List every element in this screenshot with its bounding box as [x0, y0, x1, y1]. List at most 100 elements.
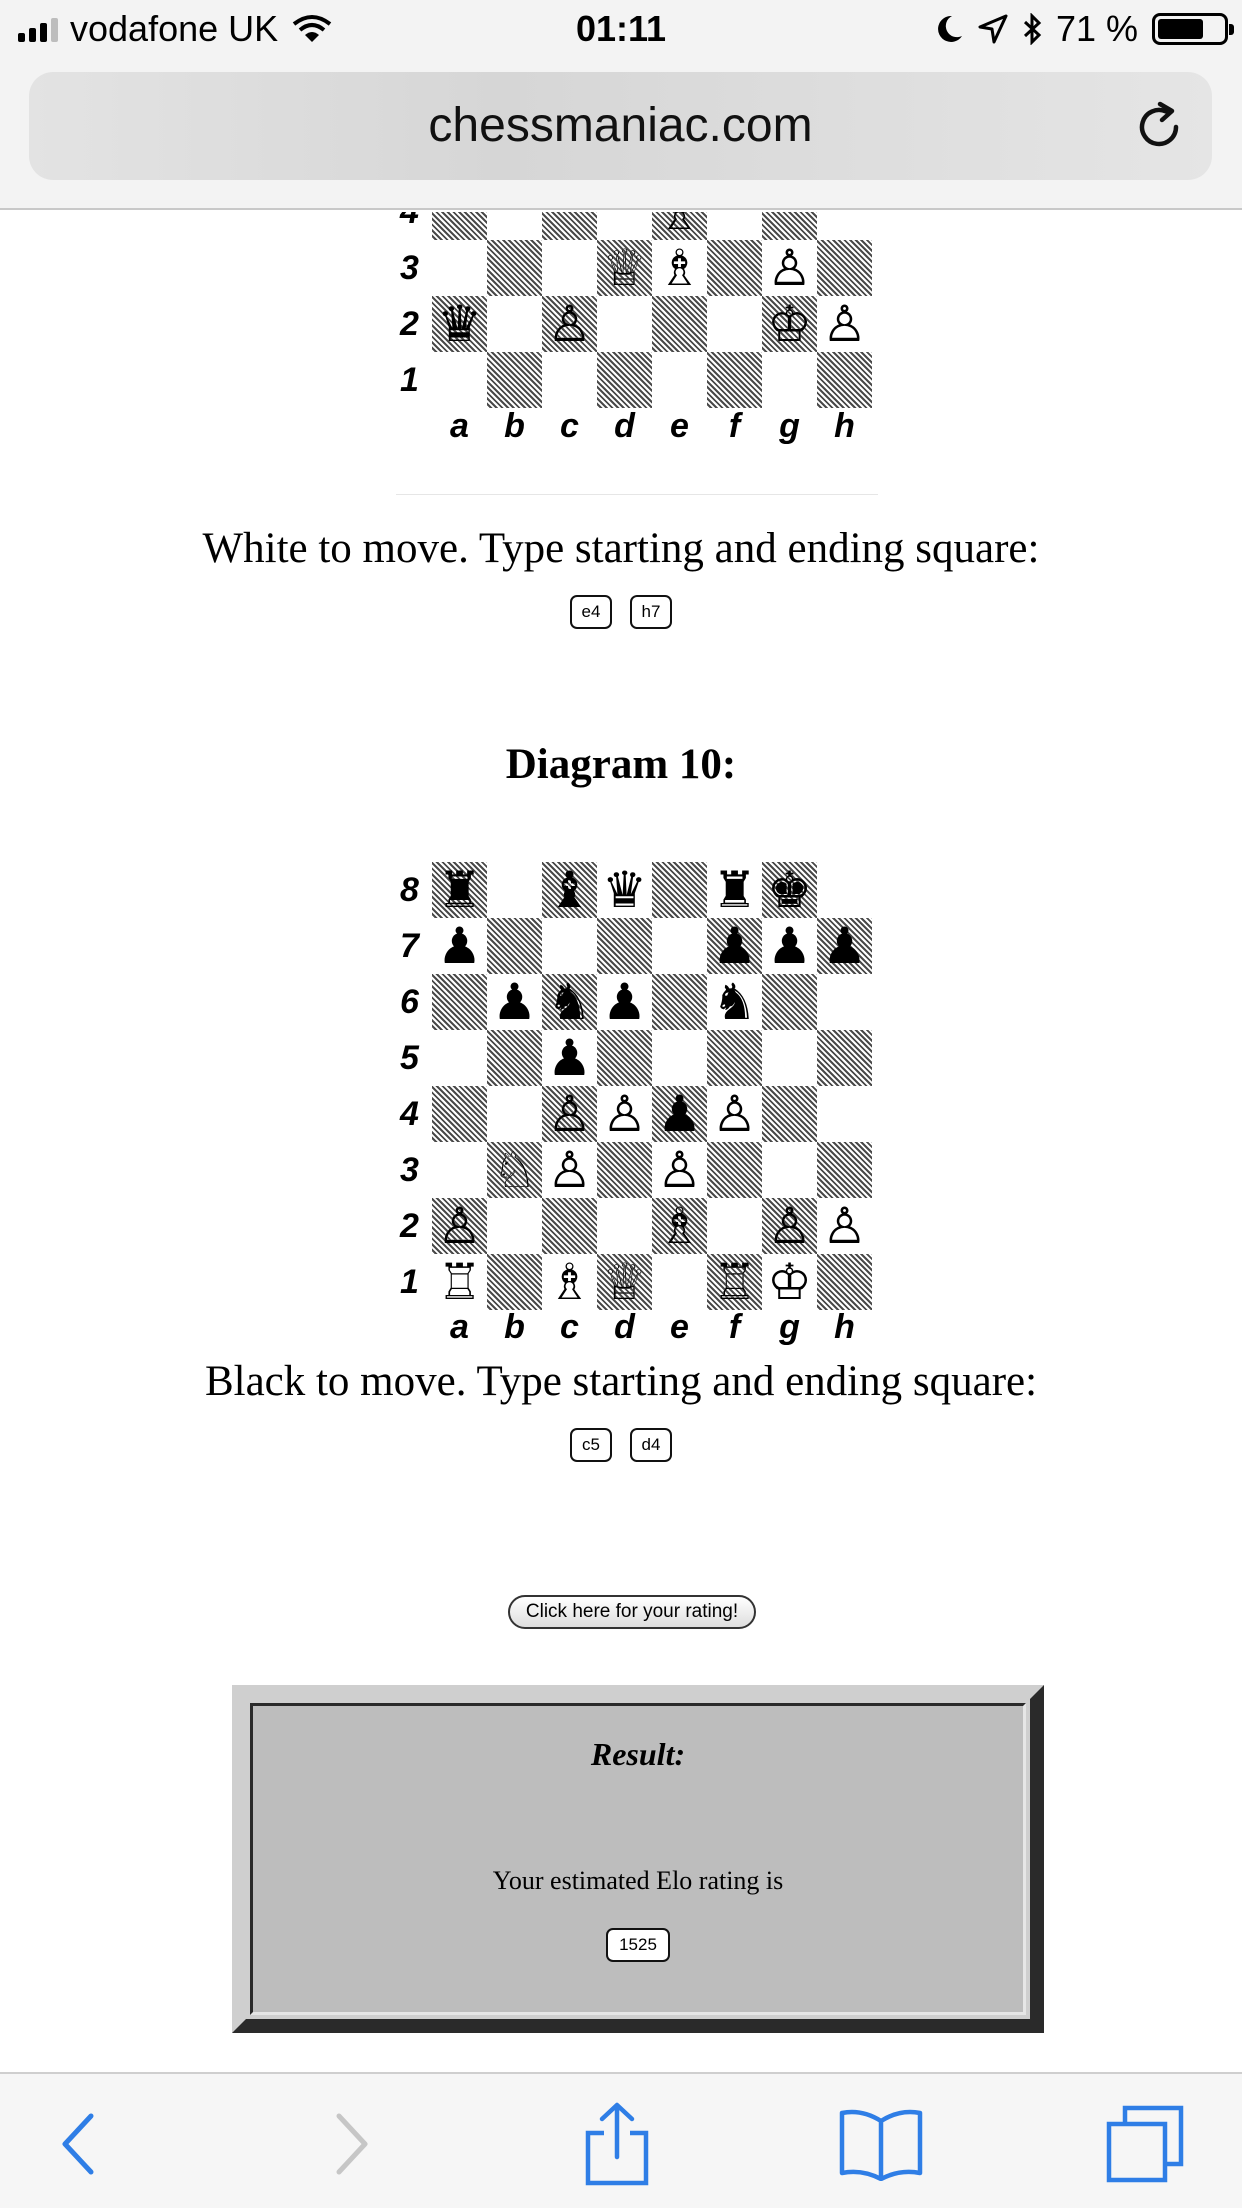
square-c7	[542, 918, 597, 974]
square-h1	[817, 1254, 872, 1310]
square-h8	[817, 862, 872, 918]
white-knight-icon: ♘	[492, 1141, 537, 1199]
white-bishop-icon: ♗	[657, 212, 702, 241]
end-square-input[interactable]: h7	[630, 595, 672, 629]
white-pawn-icon: ♙	[712, 1085, 757, 1143]
browser-toolbar	[0, 2072, 1242, 2208]
end-square-input[interactable]: d4	[630, 1428, 672, 1462]
get-rating-button[interactable]: Click here for your rating!	[508, 1595, 756, 1629]
white-bishop-icon: ♗	[657, 1197, 702, 1255]
square-b2	[487, 1198, 542, 1254]
white-bishop-icon: ♗	[657, 239, 702, 297]
square-e3: ♗	[652, 240, 707, 296]
square-f7: ♟	[707, 918, 762, 974]
elo-rating-value: 1525	[606, 1928, 670, 1962]
rank-label: 4	[400, 212, 419, 231]
black-rook-icon: ♜	[712, 861, 757, 919]
url-text: chessmaniac.com	[428, 99, 813, 152]
black-pawn-icon: ♟	[437, 917, 482, 975]
chessboard-diagram-9: 54321 ♗♕♗♙♛♙♔♙ abcdefgh	[396, 212, 878, 494]
square-b4	[487, 212, 542, 240]
square-g8: ♚	[762, 862, 817, 918]
white-pawn-icon: ♙	[657, 1141, 702, 1199]
address-bar[interactable]: chessmaniac.com	[29, 72, 1212, 180]
file-label: h	[834, 1308, 855, 1346]
board-divider	[396, 494, 878, 495]
square-g4	[762, 212, 817, 240]
square-c3	[542, 240, 597, 296]
black-pawn-icon: ♟	[767, 917, 812, 975]
square-g7: ♟	[762, 918, 817, 974]
square-e8	[652, 862, 707, 918]
forward-button[interactable]	[308, 2104, 398, 2184]
rank-label: 5	[400, 1039, 419, 1077]
file-label: b	[504, 407, 525, 445]
square-h7: ♟	[817, 918, 872, 974]
rank-labels: 54321	[400, 212, 430, 408]
square-c8: ♝	[542, 862, 597, 918]
square-f3	[707, 240, 762, 296]
square-b3: ♘	[487, 1142, 542, 1198]
status-right: 71 %	[936, 8, 1234, 50]
square-d4: ♙	[597, 1086, 652, 1142]
diagram-9-inputs: e4 h7	[0, 595, 1242, 629]
chessboard-diagram-10: 87654321 ♜ ♝ ♛ ♜ ♚ ♟ ♟ ♟ ♟ ♟ ♞ ♟ ♞ ♟ ♙ ♙ ♟ ♙ ♘ ♙ ♙ ♙ ♗ ♙ ♙ ♖ ♗ ♕ ♖ ♔ …	[396, 850, 878, 1346]
square-b1	[487, 1254, 542, 1310]
square-h2: ♙	[817, 296, 872, 352]
back-icon	[62, 2113, 94, 2175]
diagram-10-inputs: c5 d4	[0, 1428, 1242, 1462]
black-knight-icon: ♞	[712, 973, 757, 1031]
rank-label: 2	[400, 1207, 419, 1245]
square-f2	[707, 1198, 762, 1254]
square-a4	[432, 1086, 487, 1142]
square-g6	[762, 974, 817, 1030]
browser-header: chessmaniac.com	[0, 62, 1242, 210]
square-a3	[432, 1142, 487, 1198]
black-queen-icon: ♛	[437, 295, 482, 353]
diagram-10-title: Diagram 10:	[505, 741, 737, 788]
square-f5	[707, 1030, 762, 1086]
start-square-input[interactable]: c5	[570, 1428, 612, 1462]
file-label: a	[450, 407, 469, 445]
reload-icon[interactable]	[1132, 100, 1186, 154]
bookmarks-button[interactable]	[836, 2104, 926, 2184]
square-h1	[817, 352, 872, 408]
tabs-button[interactable]	[1100, 2104, 1190, 2184]
square-g1: ♔	[762, 1254, 817, 1310]
black-pawn-icon: ♟	[712, 917, 757, 975]
square-f1: ♖	[707, 1254, 762, 1310]
square-d2	[597, 296, 652, 352]
square-b7	[487, 918, 542, 974]
square-a3	[432, 240, 487, 296]
square-h3	[817, 1142, 872, 1198]
square-e2: ♗	[652, 1198, 707, 1254]
file-label: g	[779, 1308, 800, 1346]
white-pawn-icon: ♙	[767, 1197, 812, 1255]
square-a2: ♛	[432, 296, 487, 352]
file-label: b	[504, 1308, 525, 1346]
back-button[interactable]	[32, 2104, 122, 2184]
forward-icon	[336, 2113, 368, 2175]
rank-label: 8	[400, 871, 419, 909]
black-pawn-icon: ♟	[657, 1085, 702, 1143]
rank-label: 4	[400, 1095, 419, 1133]
start-square-input[interactable]: e4	[570, 595, 612, 629]
file-label: d	[614, 407, 635, 445]
square-g2: ♙	[762, 1198, 817, 1254]
square-c1	[542, 352, 597, 408]
square-c2	[542, 1198, 597, 1254]
square-e1	[652, 352, 707, 408]
square-b3	[487, 240, 542, 296]
bluetooth-icon	[1023, 13, 1042, 45]
square-f2	[707, 296, 762, 352]
square-g3: ♙	[762, 240, 817, 296]
square-f4: ♙	[707, 1086, 762, 1142]
share-button[interactable]	[572, 2102, 662, 2186]
rank-labels: 8 7 6 5 4 3 2 1	[400, 862, 430, 1310]
white-pawn-icon: ♙	[767, 239, 812, 297]
file-label: f	[728, 1308, 741, 1346]
square-c4: ♙	[542, 1086, 597, 1142]
file-label: c	[560, 1308, 579, 1346]
file-label: e	[670, 1308, 689, 1346]
square-d4	[597, 212, 652, 240]
